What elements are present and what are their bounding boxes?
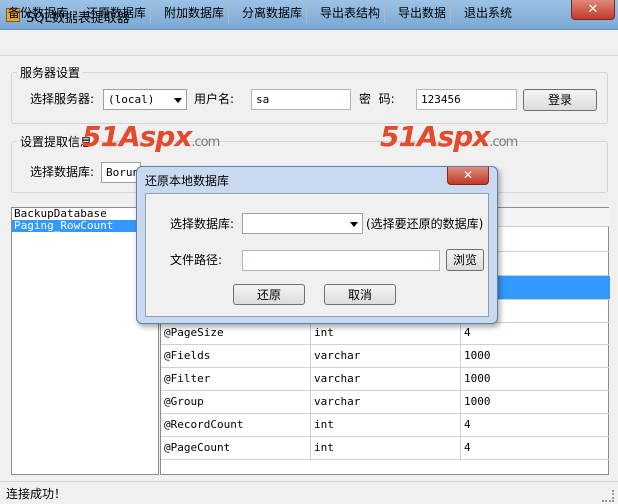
table-row[interactable]: @PageCount int 4 <box>161 436 610 460</box>
menu-bar <box>0 30 618 56</box>
watermark-brand: 51Aspx <box>82 120 192 153</box>
table-row[interactable]: @Filter varchar 1000 <box>161 367 610 391</box>
server-settings-title: 服务器设置 <box>17 64 84 81</box>
param-size-cell: 4 <box>464 418 471 431</box>
param-type-cell: varchar <box>311 344 461 367</box>
close-window-button[interactable]: ✕ <box>571 0 615 20</box>
watermark-brand: 51Aspx <box>380 120 490 153</box>
param-type-cell: int <box>311 413 461 436</box>
dialog-path-label: 文件路径: <box>170 253 223 267</box>
restore-dialog: 还原本地数据库 ✕ 选择数据库: (选择要还原的数据库) 文件路径: 浏览 还原… <box>136 166 498 324</box>
param-name-cell: @Filter <box>161 367 311 390</box>
param-type-cell: int <box>311 436 461 459</box>
dialog-title: 还原本地数据库 <box>145 174 230 188</box>
database-label: 选择数据库: <box>30 165 95 179</box>
param-size-cell: 1000 <box>464 349 491 362</box>
menu-exit[interactable]: 退出系统 <box>460 3 516 23</box>
param-type-cell: int <box>311 321 461 344</box>
param-size-cell: 4 <box>464 326 471 339</box>
database-combo[interactable]: Borun <box>101 162 141 183</box>
dialog-db-combo[interactable] <box>242 213 363 234</box>
password-input[interactable]: 123456 <box>416 89 517 110</box>
param-name-cell: @PageCount <box>161 436 311 459</box>
param-size-cell: 1000 <box>464 395 491 408</box>
dialog-close-button[interactable]: ✕ <box>447 167 489 185</box>
table-row[interactable]: @Group varchar 1000 <box>161 390 610 414</box>
menu-export-schema[interactable]: 导出表结构 <box>316 3 386 23</box>
status-text: 连接成功！ <box>6 487 67 501</box>
password-label: 密 码: <box>359 92 395 106</box>
param-size-cell: 4 <box>464 441 471 454</box>
menu-export-data[interactable]: 导出数据 <box>394 3 452 23</box>
status-bar: 连接成功！ <box>0 481 618 504</box>
database-value: Borun <box>106 166 140 179</box>
watermark-suffix: .com <box>489 135 518 150</box>
table-row[interactable]: @PageSize int 4 <box>161 321 610 345</box>
resize-grip-icon[interactable] <box>602 490 614 502</box>
param-name-cell: @PageSize <box>161 321 311 344</box>
watermark-suffix: .com <box>191 135 220 150</box>
menu-detach-db[interactable]: 分离数据库 <box>238 3 308 23</box>
watermark-logo-right: 51Aspx.com <box>380 120 518 153</box>
browse-button[interactable]: 浏览 <box>446 249 484 271</box>
param-type-cell: varchar <box>311 367 461 390</box>
param-type-cell: varchar <box>311 390 461 413</box>
table-row[interactable]: @Fields varchar 1000 <box>161 344 610 368</box>
dialog-body: 选择数据库: (选择要还原的数据库) 文件路径: 浏览 还原 取消 <box>145 193 489 317</box>
menu-attach-db[interactable]: 附加数据库 <box>160 3 230 23</box>
server-combo[interactable]: (local) <box>103 89 187 110</box>
watermark-logo-left: 51Aspx.com <box>82 120 220 153</box>
dialog-db-hint: (选择要还原的数据库) <box>366 217 484 231</box>
param-size-cell: 1000 <box>464 372 491 385</box>
username-label: 用户名: <box>194 92 235 106</box>
table-row[interactable]: @RecordCount int 4 <box>161 413 610 437</box>
chevron-down-icon <box>350 222 358 227</box>
param-name-cell: @Fields <box>161 344 311 367</box>
server-value: (local) <box>108 93 155 106</box>
server-label: 选择服务器: <box>30 92 95 106</box>
cancel-button[interactable]: 取消 <box>324 284 396 305</box>
menu-backup-db[interactable]: 备份数据库 <box>4 3 74 23</box>
restore-button[interactable]: 还原 <box>233 284 305 305</box>
dialog-path-input[interactable] <box>242 250 440 271</box>
login-button[interactable]: 登录 <box>523 89 597 111</box>
param-name-cell: @Group <box>161 390 311 413</box>
dialog-db-label: 选择数据库: <box>170 217 235 231</box>
param-name-cell: @RecordCount <box>161 413 311 436</box>
username-input[interactable]: sa <box>251 89 351 110</box>
menu-restore-db[interactable]: 还原数据库 <box>82 3 152 23</box>
chevron-down-icon <box>174 98 182 103</box>
